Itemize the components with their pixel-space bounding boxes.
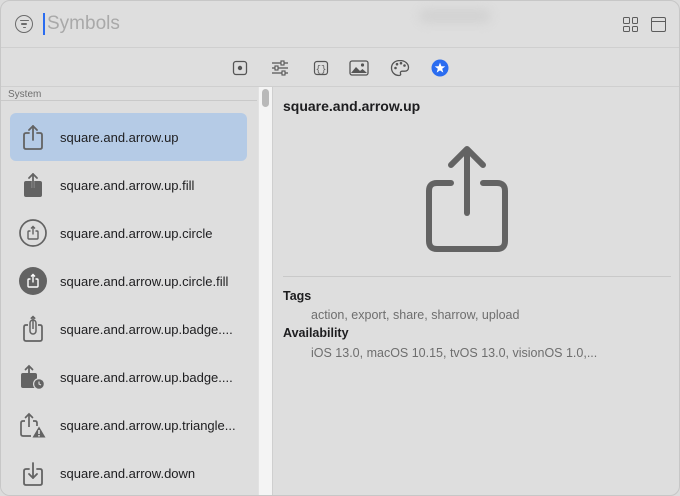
- symbol-view-icon[interactable]: [230, 59, 250, 77]
- square-and-arrow-up-icon: [423, 145, 511, 258]
- square-and-arrow-up-badge-icon: [16, 312, 50, 346]
- square-and-arrow-up-badge-clock-icon: [16, 360, 50, 394]
- square-and-arrow-up-fill-icon: [16, 168, 50, 202]
- list-item-label: square.and.arrow.up.triangle...: [60, 417, 236, 433]
- symbol-list-sidebar: System square.and.arrow.up square.and.ar…: [1, 87, 273, 495]
- list-item-label: square.and.arrow.up.fill: [60, 177, 195, 193]
- detail-divider: [283, 276, 671, 277]
- list-item-label: square.and.arrow.down: [60, 465, 196, 481]
- square-and-arrow-up-circle-icon: [16, 216, 50, 250]
- grid-view-icon[interactable]: [623, 17, 638, 32]
- list-item[interactable]: square.and.arrow.down: [10, 449, 247, 495]
- window-layout-icon[interactable]: [651, 17, 666, 32]
- symbols-window: {} System: [0, 0, 680, 496]
- search-bar: [1, 1, 679, 47]
- square-and-arrow-up-circle-fill-icon: [16, 264, 50, 298]
- list-item-label: square.and.arrow.up.badge....: [60, 369, 233, 385]
- filter-icon[interactable]: [15, 15, 33, 33]
- list-item-label: square.and.arrow.up.badge....: [60, 321, 233, 337]
- availability-heading: Availability: [283, 326, 349, 340]
- blurred-region: [419, 9, 491, 23]
- section-header: System: [8, 89, 42, 100]
- availability-value: iOS 13.0, macOS 10.15, tvOS 13.0, vision…: [311, 346, 598, 360]
- list-item-label: square.and.arrow.up: [60, 129, 179, 145]
- symbol-detail-panel: square.and.arrow.up Tags action, export,…: [273, 87, 679, 495]
- section-divider: [1, 100, 257, 101]
- square-and-arrow-up-icon: [16, 120, 50, 154]
- square-and-arrow-down-icon: [16, 456, 50, 490]
- list-item[interactable]: square.and.arrow.up.badge....: [10, 305, 247, 353]
- tags-heading: Tags: [283, 289, 312, 303]
- search-input[interactable]: [47, 10, 467, 38]
- star-circle-icon[interactable]: [430, 59, 450, 77]
- list-item-label: square.and.arrow.up.circle.fill: [60, 273, 229, 289]
- sliders-icon[interactable]: [270, 59, 290, 77]
- list-item-label: square.and.arrow.up.circle: [60, 225, 213, 241]
- tags-value: action, export, share, sharrow, upload: [311, 308, 520, 322]
- image-icon[interactable]: [349, 59, 369, 77]
- list-item[interactable]: square.and.arrow.up.circle.fill: [10, 257, 247, 305]
- square-and-arrow-up-triangle-icon: [16, 408, 50, 442]
- list-item[interactable]: square.and.arrow.up.triangle...: [10, 401, 247, 449]
- scrollbar[interactable]: [258, 87, 272, 495]
- list-item[interactable]: square.and.arrow.up.fill: [10, 161, 247, 209]
- detail-title: square.and.arrow.up: [283, 98, 421, 114]
- palette-icon[interactable]: [390, 59, 410, 77]
- scrollbar-thumb[interactable]: [262, 89, 269, 107]
- list-item[interactable]: square.and.arrow.up: [10, 113, 247, 161]
- svg-text:{}: {}: [316, 64, 327, 74]
- list-item[interactable]: square.and.arrow.up.circle: [10, 209, 247, 257]
- curly-braces-icon[interactable]: {}: [311, 59, 331, 77]
- text-caret: [43, 13, 45, 35]
- list-item[interactable]: square.and.arrow.up.badge....: [10, 353, 247, 401]
- inspector-toolbar: {}: [1, 47, 679, 87]
